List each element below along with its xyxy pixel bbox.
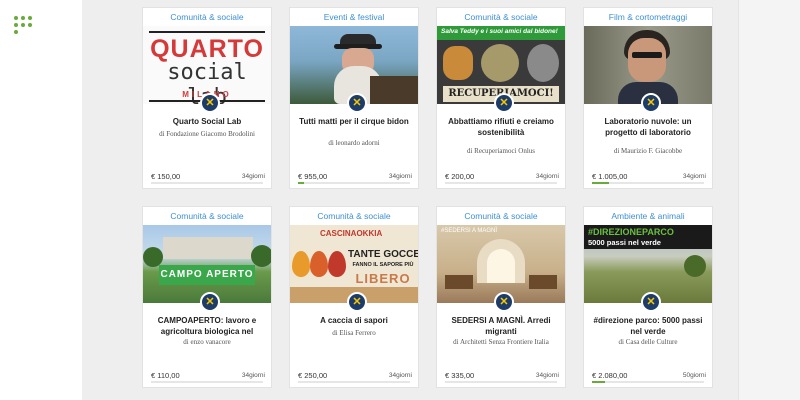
amount-raised: € 335,00: [445, 371, 475, 380]
image-text: Salva Teddy e i suoi amici dal bidone!: [441, 28, 558, 35]
image-text: FANNO IL SAPORE PIÙ: [352, 262, 414, 268]
days-left: 34giorni: [535, 173, 559, 180]
days-left: 34giorni: [682, 173, 706, 180]
progress-bar: [592, 182, 704, 184]
right-sidebar: [738, 0, 800, 400]
project-author[interactable]: di Fondazione Giacomo Brodolini: [147, 130, 267, 138]
project-card[interactable]: Ambiente & animali #DIREZIONEPARCO 5000 …: [584, 207, 712, 387]
platform-badge-icon: ✕: [641, 292, 661, 312]
progress-bar: [445, 381, 557, 383]
category-label[interactable]: Comunità & sociale: [290, 207, 418, 225]
project-author[interactable]: di Elisa Ferrero: [294, 329, 414, 337]
project-author[interactable]: di enzo vanacore: [147, 338, 267, 346]
image-text: 5000 passi nel verde: [588, 238, 661, 247]
progress-bar: [151, 381, 263, 383]
category-label[interactable]: Comunità & sociale: [143, 207, 271, 225]
project-author[interactable]: di Casa delle Culture: [588, 338, 708, 346]
project-card[interactable]: Comunità & sociale Salva Teddy e i suoi …: [437, 8, 565, 188]
project-title[interactable]: Laboratorio nuvole: un progetto di labor…: [590, 116, 706, 138]
project-card[interactable]: Comunità & sociale #SEDERSI A MAGNÌ ✕ SE…: [437, 207, 565, 387]
left-sidebar: [0, 0, 82, 400]
image-text: CAMPO APERTO: [160, 269, 254, 280]
progress-bar: [151, 182, 263, 184]
category-label[interactable]: Ambiente & animali: [584, 207, 712, 225]
project-title[interactable]: Quarto Social Lab: [149, 116, 265, 127]
project-card[interactable]: Comunità & sociale CAMPO APERTO ✕ CAMPOA…: [143, 207, 271, 387]
days-left: 34giorni: [388, 372, 412, 379]
amount-raised: € 110,00: [151, 371, 180, 380]
amount-raised: € 200,00: [445, 172, 475, 181]
site-logo-icon[interactable]: [14, 16, 36, 36]
project-author[interactable]: di Maurizio F. Giacobbe: [588, 147, 708, 155]
category-label[interactable]: Comunità & sociale: [437, 8, 565, 26]
category-label[interactable]: Eventi & festival: [290, 8, 418, 26]
progress-bar: [298, 381, 410, 383]
project-title[interactable]: CAMPOAPERTO: lavoro e agricoltura biolog…: [149, 315, 265, 337]
project-card[interactable]: Eventi & festival ✕ Tutti matti per il c…: [290, 8, 418, 188]
project-title[interactable]: A caccia di sapori: [296, 315, 412, 326]
image-text: LIBERO: [355, 271, 411, 286]
project-title[interactable]: Tutti matti per il cirque bidon: [296, 116, 412, 127]
project-author[interactable]: di Recuperiamoci Onlus: [441, 147, 561, 155]
platform-badge-icon: ✕: [347, 292, 367, 312]
project-title[interactable]: SEDERSI A MAGNÌ. Arredi migranti: [443, 315, 559, 337]
project-card[interactable]: Comunità & sociale QUARTO social lab MIL…: [143, 8, 271, 188]
progress-bar: [445, 182, 557, 184]
days-left: 34giorni: [535, 372, 559, 379]
amount-raised: € 150,00: [151, 172, 181, 181]
amount-raised: € 2.080,00: [592, 371, 628, 380]
platform-badge-icon: ✕: [494, 93, 514, 113]
image-text: #SEDERSI A MAGNÌ: [441, 228, 498, 234]
platform-badge-icon: ✕: [347, 93, 367, 113]
project-author[interactable]: di leonardo adorni: [294, 139, 414, 147]
days-left: 34giorni: [241, 372, 265, 379]
amount-raised: € 1.005,00: [592, 172, 628, 181]
days-left: 34giorni: [388, 173, 412, 180]
category-label[interactable]: Film & cortometraggi: [584, 8, 712, 26]
amount-raised: € 955,00: [298, 172, 328, 181]
project-card[interactable]: Film & cortometraggi ✕ Laboratorio nuvol…: [584, 8, 712, 188]
progress-bar: [592, 381, 704, 383]
category-label[interactable]: Comunità & sociale: [437, 207, 565, 225]
platform-badge-icon: ✕: [200, 93, 220, 113]
image-text: TANTE GOCCE: [348, 249, 418, 260]
project-title[interactable]: Abbattiamo rifiuti e creiamo sostenibili…: [443, 116, 559, 138]
project-card[interactable]: Comunità & sociale CASCINAOKKIA TANTE GO…: [290, 207, 418, 387]
days-left: 50giorni: [682, 372, 706, 379]
project-title[interactable]: #direzione parco: 5000 passi nel verde: [590, 315, 706, 337]
image-text: CASCINAOKKIA: [320, 229, 383, 238]
image-text: #DIREZIONEPARCO: [588, 227, 674, 237]
days-left: 34giorni: [241, 173, 265, 180]
platform-badge-icon: ✕: [641, 93, 661, 113]
platform-badge-icon: ✕: [200, 292, 220, 312]
progress-bar: [298, 182, 410, 184]
category-label[interactable]: Comunità & sociale: [143, 8, 271, 26]
platform-badge-icon: ✕: [494, 292, 514, 312]
amount-raised: € 250,00: [298, 371, 328, 380]
project-author[interactable]: di Architetti Senza Frontiere Italia: [441, 338, 561, 346]
